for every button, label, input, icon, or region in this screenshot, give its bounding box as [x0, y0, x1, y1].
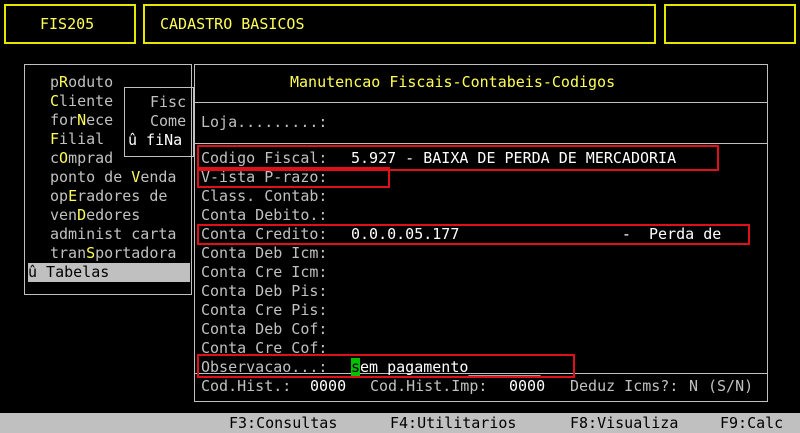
deduz-icms-value[interactable]: N — [689, 377, 698, 396]
highlight-conta-credito — [197, 224, 750, 245]
menu-item-fornece[interactable]: forNece — [50, 111, 113, 130]
highlight-observacao — [197, 354, 575, 378]
menu-item-cliente[interactable]: Cliente — [50, 92, 113, 111]
menu-item-tabelas[interactable]: û Tabelas — [28, 263, 190, 282]
function-key-bar: F3:Consultas F4:Utilitarios F8:Visualiza… — [0, 413, 800, 433]
f4-utilitarios-key[interactable]: F4:Utilitarios — [390, 414, 516, 432]
menu-item-ponto-de-venda[interactable]: ponto de Venda — [50, 168, 176, 187]
menu-item-vendedores[interactable]: venDedores — [50, 206, 140, 225]
highlight-vista-prazo — [197, 167, 390, 188]
menu-item-produto[interactable]: pRoduto — [50, 73, 113, 92]
cod-hist-label: Cod.Hist.: — [201, 377, 292, 395]
submenu-item-fisc[interactable]: Fisc — [150, 93, 186, 112]
program-code: FIS205 — [40, 15, 95, 33]
cod-hist-imp-label: Cod.Hist.Imp: — [370, 377, 488, 395]
f3-consultas-key[interactable]: F3:Consultas — [229, 414, 337, 432]
f9-calc-key[interactable]: F9:Calc — [720, 414, 783, 432]
form-loja-divider — [194, 143, 768, 144]
cod-hist-imp-value[interactable]: 0000 — [509, 377, 545, 396]
menu-item-comprad[interactable]: cOmprad — [50, 149, 113, 168]
conta-debito-label: Conta Debito.: — [201, 206, 328, 224]
menu-item-operadores[interactable]: opEradores de — [50, 187, 167, 206]
menu-item-transportadora[interactable]: tranSportadora — [50, 244, 176, 263]
loja-label: Loja.........: — [201, 113, 328, 131]
form-title-divider — [194, 102, 768, 103]
conta-deb-cof-label: Conta Deb Cof: — [201, 320, 328, 338]
conta-cre-pis-label: Conta Cre Pis: — [201, 301, 328, 319]
cod-hist-value[interactable]: 0000 — [310, 377, 346, 396]
submenu-item-come[interactable]: Come — [150, 112, 186, 131]
submenu-item-fina[interactable]: û fiNa — [128, 131, 182, 150]
form-title: Manutencao Fiscais-Contabeis-Codigos — [290, 73, 616, 91]
deduz-icms-options: (S/N) — [708, 377, 754, 395]
header-right-box — [664, 4, 796, 44]
conta-deb-pis-label: Conta Deb Pis: — [201, 282, 328, 300]
f8-visualiza-key[interactable]: F8:Visualiza — [570, 414, 678, 432]
menu-item-filial[interactable]: Filial — [50, 130, 104, 149]
page-title: CADASTRO BASICOS — [160, 15, 305, 33]
conta-deb-icm-label: Conta Deb Icm: — [201, 244, 328, 262]
menu-item-administ-carta[interactable]: administ carta — [50, 225, 176, 244]
class-contab-label: Class. Contab: — [201, 187, 328, 205]
deduz-icms-label: Deduz Icms?: — [570, 377, 679, 395]
conta-cre-icm-label: Conta Cre Icm: — [201, 263, 328, 281]
